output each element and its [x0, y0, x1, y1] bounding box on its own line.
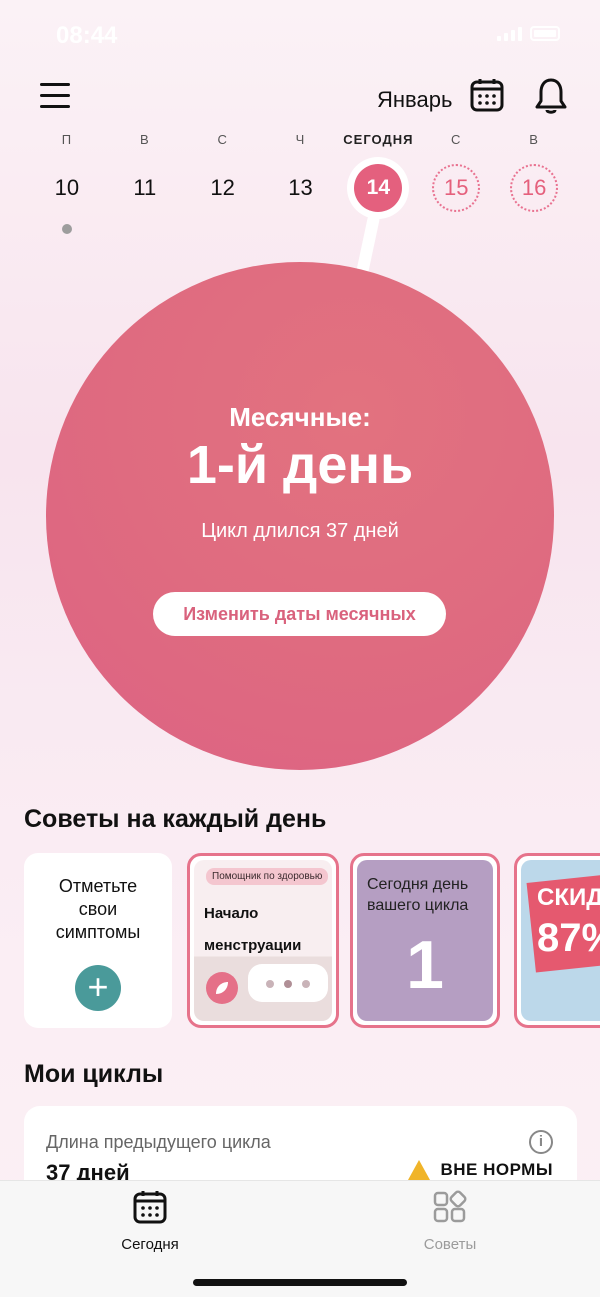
health-assistant-title-line2: менструации [204, 937, 302, 954]
day-16[interactable]: В 16 [495, 130, 573, 230]
log-symptoms-text: Отметьте свои симптомы [55, 876, 141, 942]
health-assistant-title: Начало менструации [204, 898, 301, 962]
cycle-day-text: Сегодня день вашего цикла [367, 876, 469, 914]
tab-today-label: Сегодня [121, 1236, 179, 1253]
discount-card-body: СКИД 87% [521, 860, 600, 1021]
cycles-section-title: Мои циклы [24, 1060, 164, 1088]
day-10[interactable]: П 10 [28, 130, 106, 234]
warning-icon [408, 1160, 431, 1180]
day-14-today[interactable]: СЕГОДНЯ 14 [339, 130, 417, 230]
home-indicator[interactable] [193, 1279, 407, 1286]
status-bar: 08:44 [0, 18, 600, 52]
tips-carousel[interactable]: Отметьте свои симптомы + Помощник по здо… [24, 853, 600, 1035]
discount-card[interactable]: СКИД 87% [514, 853, 600, 1028]
previous-cycle-label: Длина предыдущего цикла [46, 1132, 271, 1152]
day-letter: С [451, 132, 462, 147]
day-number: 13 [288, 175, 313, 200]
cycle-day-card[interactable]: Сегодня день вашего цикла 1 [350, 853, 500, 1028]
discount-percent: 87% [537, 916, 600, 960]
day-letter: С [217, 132, 228, 147]
day-13[interactable]: Ч 13 [262, 130, 340, 230]
day-number: 12 [210, 175, 235, 200]
day-number: 11 [133, 175, 157, 200]
cycle-day-card-body: Сегодня день вашего цикла 1 [357, 860, 493, 1021]
assistant-avatar-icon [206, 972, 238, 1004]
health-assistant-card[interactable]: Помощник по здоровью Начало менструации [187, 853, 339, 1028]
edit-period-dates-button[interactable]: Изменить даты месячных [153, 592, 446, 636]
day-number: 16 [510, 164, 559, 212]
day-15[interactable]: С 15 [417, 130, 495, 230]
bell-icon[interactable] [534, 77, 568, 115]
tab-tips[interactable]: Советы [390, 1189, 510, 1253]
day-11[interactable]: В 11 [106, 130, 184, 230]
circle-title: 1-й день [186, 435, 414, 495]
health-assistant-title-line1: Начало [204, 905, 259, 922]
day-12[interactable]: С 12 [184, 130, 262, 230]
cycle-status: ВНЕ НОРМЫ [408, 1160, 553, 1180]
signal-icon [497, 26, 522, 41]
status-indicators [497, 26, 560, 41]
tips-grid-icon [433, 1190, 467, 1223]
day-number: 10 [54, 175, 80, 200]
calendar-icon[interactable] [470, 77, 504, 113]
day-letter: СЕГОДНЯ [343, 132, 414, 147]
battery-icon [530, 26, 560, 41]
cycle-length-note: Цикл длился 37 дней [201, 520, 399, 542]
typing-bubble-icon [248, 964, 328, 1002]
info-icon[interactable]: i [529, 1130, 553, 1154]
month-label[interactable]: Январь [377, 87, 452, 113]
period-circle: Месячные: 1-й день Цикл длился 37 дней И… [46, 262, 554, 770]
tab-today[interactable]: Сегодня [90, 1189, 210, 1253]
health-assistant-card-body: Помощник по здоровью Начало менструации [194, 860, 332, 1021]
calendar-tab-icon [133, 1191, 167, 1224]
week-strip: П 10 В 11 С 12 Ч 13 СЕГОДНЯ 14 С 15 В 16 [28, 130, 573, 234]
log-symptoms-card[interactable]: Отметьте свои симптомы + [24, 853, 172, 1028]
circle-subtitle: Месячные: [229, 402, 371, 432]
app-header: Январь [0, 75, 600, 120]
tab-tips-label: Советы [423, 1236, 477, 1253]
day-number: 14 [354, 164, 403, 212]
add-symptom-button[interactable]: + [75, 965, 121, 1011]
day-letter: Ч [295, 132, 306, 147]
cycle-day-number: 1 [406, 927, 444, 1003]
tips-section-title: Советы на каждый день [24, 805, 327, 833]
status-time: 08:44 [56, 22, 118, 49]
day-number: 15 [432, 164, 481, 212]
day-letter: П [61, 132, 73, 147]
day-letter: В [529, 132, 539, 147]
discount-text: СКИД [537, 884, 600, 911]
menu-icon[interactable] [40, 83, 70, 108]
day-letter: В [139, 132, 150, 147]
log-dot [61, 224, 72, 234]
health-assistant-badge: Помощник по здоровью [206, 868, 329, 885]
cycle-status-text: ВНЕ НОРМЫ [440, 1160, 553, 1179]
